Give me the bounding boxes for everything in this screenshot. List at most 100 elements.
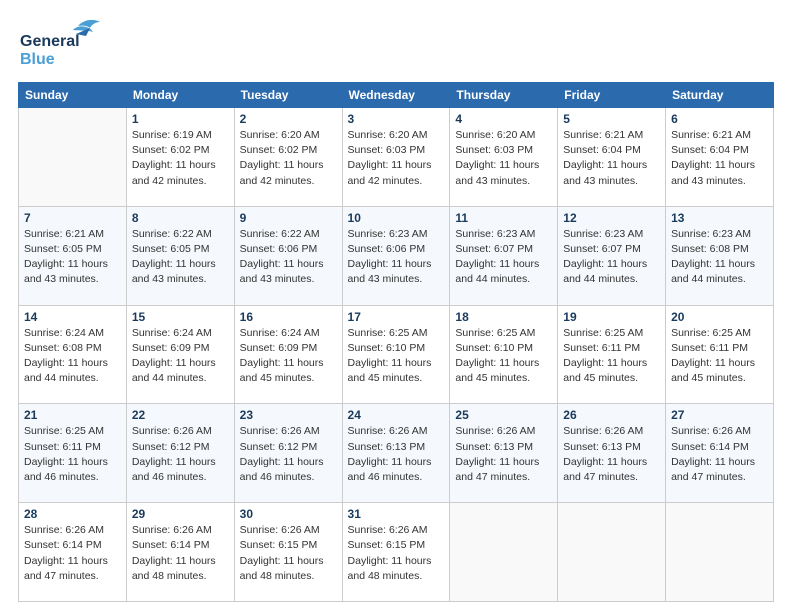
day-number: 8 (132, 211, 229, 225)
day-info: Sunrise: 6:20 AM Sunset: 6:03 PM Dayligh… (348, 128, 445, 189)
calendar-cell: 31 Sunrise: 6:26 AM Sunset: 6:15 PM Dayli… (342, 503, 450, 602)
calendar-cell (666, 503, 774, 602)
weekday-header-saturday: Saturday (666, 83, 774, 108)
calendar-cell: 30 Sunrise: 6:26 AM Sunset: 6:15 PM Dayli… (234, 503, 342, 602)
calendar-header-row: SundayMondayTuesdayWednesdayThursdayFrid… (19, 83, 774, 108)
day-info: Sunrise: 6:24 AM Sunset: 6:09 PM Dayligh… (240, 326, 337, 387)
calendar-cell: 11 Sunrise: 6:23 AM Sunset: 6:07 PM Dayli… (450, 206, 558, 305)
day-info: Sunrise: 6:24 AM Sunset: 6:08 PM Dayligh… (24, 326, 121, 387)
calendar-cell: 21Sunrise: 6:25 AM Sunset: 6:11 PM Dayli… (19, 404, 127, 503)
svg-text:General: General (20, 33, 80, 50)
day-number: 27 (671, 408, 768, 422)
day-info: Sunrise: 6:23 AM Sunset: 6:06 PM Dayligh… (348, 227, 445, 288)
day-info: Sunrise: 6:20 AM Sunset: 6:03 PM Dayligh… (455, 128, 552, 189)
day-number: 22 (132, 408, 229, 422)
day-info: Sunrise: 6:25 AM Sunset: 6:11 PM Dayligh… (563, 326, 660, 387)
day-number: 6 (671, 112, 768, 126)
calendar-cell: 2 Sunrise: 6:20 AM Sunset: 6:02 PM Daylig… (234, 108, 342, 207)
calendar-cell: 18 Sunrise: 6:25 AM Sunset: 6:10 PM Dayli… (450, 305, 558, 404)
calendar-cell: 26 Sunrise: 6:26 AM Sunset: 6:13 PM Dayli… (558, 404, 666, 503)
calendar-cell: 9 Sunrise: 6:22 AM Sunset: 6:06 PM Daylig… (234, 206, 342, 305)
day-info: Sunrise: 6:26 AM Sunset: 6:13 PM Dayligh… (348, 424, 445, 485)
day-number: 17 (348, 310, 445, 324)
calendar-cell: 22 Sunrise: 6:26 AM Sunset: 6:12 PM Dayli… (126, 404, 234, 503)
day-number: 26 (563, 408, 660, 422)
calendar-cell (19, 108, 127, 207)
calendar-cell: 27 Sunrise: 6:26 AM Sunset: 6:14 PM Dayli… (666, 404, 774, 503)
day-number: 25 (455, 408, 552, 422)
day-info: Sunrise: 6:20 AM Sunset: 6:02 PM Dayligh… (240, 128, 337, 189)
day-info: Sunrise: 6:26 AM Sunset: 6:14 PM Dayligh… (24, 523, 121, 584)
day-number: 12 (563, 211, 660, 225)
calendar-cell (450, 503, 558, 602)
logo-svg: General Blue (18, 18, 108, 70)
calendar-cell: 28 Sunrise: 6:26 AM Sunset: 6:14 PM Dayli… (19, 503, 127, 602)
weekday-header-thursday: Thursday (450, 83, 558, 108)
calendar-cell: 19 Sunrise: 6:25 AM Sunset: 6:11 PM Dayli… (558, 305, 666, 404)
calendar-week-row: 7 Sunrise: 6:21 AM Sunset: 6:05 PM Daylig… (19, 206, 774, 305)
day-number: 19 (563, 310, 660, 324)
day-number: 31 (348, 507, 445, 521)
day-number: 18 (455, 310, 552, 324)
calendar-cell: 14Sunrise: 6:24 AM Sunset: 6:08 PM Dayli… (19, 305, 127, 404)
day-info: Sunrise: 6:25 AM Sunset: 6:10 PM Dayligh… (348, 326, 445, 387)
day-info: Sunrise: 6:21 AM Sunset: 6:04 PM Dayligh… (563, 128, 660, 189)
day-info: Sunrise: 6:25 AM Sunset: 6:11 PM Dayligh… (671, 326, 768, 387)
calendar-cell: 4 Sunrise: 6:20 AM Sunset: 6:03 PM Daylig… (450, 108, 558, 207)
day-info: Sunrise: 6:23 AM Sunset: 6:08 PM Dayligh… (671, 227, 768, 288)
day-number: 7 (24, 211, 121, 225)
weekday-header-wednesday: Wednesday (342, 83, 450, 108)
day-info: Sunrise: 6:25 AM Sunset: 6:11 PM Dayligh… (24, 424, 121, 485)
day-info: Sunrise: 6:26 AM Sunset: 6:15 PM Dayligh… (240, 523, 337, 584)
day-info: Sunrise: 6:23 AM Sunset: 6:07 PM Dayligh… (563, 227, 660, 288)
day-info: Sunrise: 6:26 AM Sunset: 6:12 PM Dayligh… (132, 424, 229, 485)
calendar-week-row: 1 Sunrise: 6:19 AM Sunset: 6:02 PM Daylig… (19, 108, 774, 207)
day-info: Sunrise: 6:26 AM Sunset: 6:13 PM Dayligh… (563, 424, 660, 485)
page: General Blue SundayMondayTuesdayWednesda… (0, 0, 792, 612)
day-number: 1 (132, 112, 229, 126)
day-number: 10 (348, 211, 445, 225)
day-info: Sunrise: 6:26 AM Sunset: 6:15 PM Dayligh… (348, 523, 445, 584)
calendar-cell: 17 Sunrise: 6:25 AM Sunset: 6:10 PM Dayli… (342, 305, 450, 404)
calendar-cell: 12 Sunrise: 6:23 AM Sunset: 6:07 PM Dayli… (558, 206, 666, 305)
day-info: Sunrise: 6:26 AM Sunset: 6:14 PM Dayligh… (671, 424, 768, 485)
calendar-week-row: 14Sunrise: 6:24 AM Sunset: 6:08 PM Dayli… (19, 305, 774, 404)
calendar-cell: 24 Sunrise: 6:26 AM Sunset: 6:13 PM Dayli… (342, 404, 450, 503)
day-number: 30 (240, 507, 337, 521)
calendar-cell: 25Sunrise: 6:26 AM Sunset: 6:13 PM Dayli… (450, 404, 558, 503)
day-number: 24 (348, 408, 445, 422)
calendar-week-row: 28 Sunrise: 6:26 AM Sunset: 6:14 PM Dayli… (19, 503, 774, 602)
day-number: 3 (348, 112, 445, 126)
weekday-header-monday: Monday (126, 83, 234, 108)
calendar-cell: 6 Sunrise: 6:21 AM Sunset: 6:04 PM Daylig… (666, 108, 774, 207)
day-info: Sunrise: 6:26 AM Sunset: 6:12 PM Dayligh… (240, 424, 337, 485)
day-number: 9 (240, 211, 337, 225)
calendar-cell (558, 503, 666, 602)
day-info: Sunrise: 6:19 AM Sunset: 6:02 PM Dayligh… (132, 128, 229, 189)
calendar-cell: 29Sunrise: 6:26 AM Sunset: 6:14 PM Dayli… (126, 503, 234, 602)
day-number: 4 (455, 112, 552, 126)
day-info: Sunrise: 6:23 AM Sunset: 6:07 PM Dayligh… (455, 227, 552, 288)
weekday-header-friday: Friday (558, 83, 666, 108)
header: General Blue (18, 18, 774, 70)
day-number: 5 (563, 112, 660, 126)
calendar-cell: 15Sunrise: 6:24 AM Sunset: 6:09 PM Dayli… (126, 305, 234, 404)
day-info: Sunrise: 6:21 AM Sunset: 6:05 PM Dayligh… (24, 227, 121, 288)
day-number: 11 (455, 211, 552, 225)
day-info: Sunrise: 6:21 AM Sunset: 6:04 PM Dayligh… (671, 128, 768, 189)
day-info: Sunrise: 6:22 AM Sunset: 6:05 PM Dayligh… (132, 227, 229, 288)
day-number: 2 (240, 112, 337, 126)
calendar-cell: 5 Sunrise: 6:21 AM Sunset: 6:04 PM Daylig… (558, 108, 666, 207)
weekday-header-sunday: Sunday (19, 83, 127, 108)
day-number: 29 (132, 507, 229, 521)
calendar-cell: 7 Sunrise: 6:21 AM Sunset: 6:05 PM Daylig… (19, 206, 127, 305)
calendar-table: SundayMondayTuesdayWednesdayThursdayFrid… (18, 82, 774, 602)
day-number: 28 (24, 507, 121, 521)
day-info: Sunrise: 6:22 AM Sunset: 6:06 PM Dayligh… (240, 227, 337, 288)
svg-text:Blue: Blue (20, 51, 55, 68)
day-info: Sunrise: 6:25 AM Sunset: 6:10 PM Dayligh… (455, 326, 552, 387)
day-number: 23 (240, 408, 337, 422)
day-number: 16 (240, 310, 337, 324)
calendar-cell: 1 Sunrise: 6:19 AM Sunset: 6:02 PM Daylig… (126, 108, 234, 207)
calendar-cell: 3 Sunrise: 6:20 AM Sunset: 6:03 PM Daylig… (342, 108, 450, 207)
